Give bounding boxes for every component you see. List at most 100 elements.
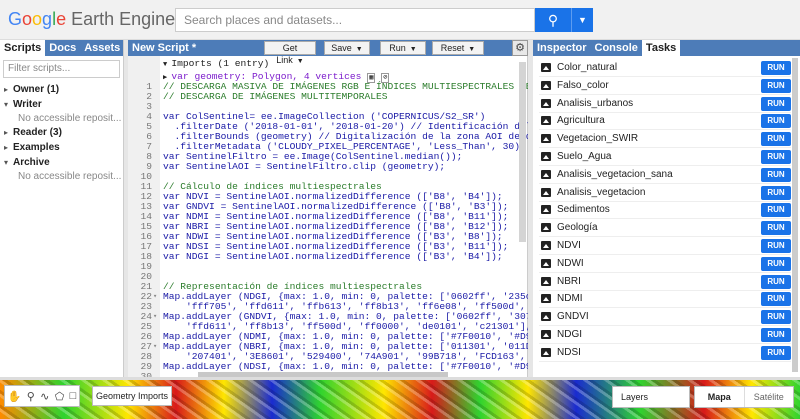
task-run-button[interactable]: RUN: [761, 167, 791, 182]
filter-scripts-input[interactable]: Filter scripts...: [3, 60, 120, 78]
fold-arrow-icon[interactable]: ▾: [153, 312, 157, 322]
task-run-button[interactable]: RUN: [761, 274, 791, 289]
task-run-button[interactable]: RUN: [761, 328, 791, 342]
drawing-tools: ✋ ⚲ ∿ ⬠ □: [4, 385, 80, 407]
google-earth-engine-logo[interactable]: Google Earth Engine: [8, 9, 175, 30]
search-button[interactable]: ⚲: [535, 8, 571, 32]
tab-assets[interactable]: Assets: [80, 40, 124, 56]
task-run-button[interactable]: RUN: [761, 132, 791, 147]
top-header: Google Earth Engine Search places and da…: [0, 0, 800, 40]
task-run-button[interactable]: RUN: [761, 150, 791, 164]
expand-arrow-icon: ▸: [4, 85, 9, 94]
tree-item-owner[interactable]: ▸ Owner (1): [0, 82, 123, 97]
task-label: NDWI: [557, 257, 584, 269]
map-type-satellite-button[interactable]: Satélite: [743, 387, 794, 407]
tree-item-reader[interactable]: ▸ Reader (3): [0, 125, 123, 140]
task-row: NDMI RUN: [539, 290, 791, 309]
tab-docs[interactable]: Docs: [45, 40, 80, 56]
task-row: Color_natural RUN: [539, 59, 791, 77]
task-row: Vegetacion_SWIR RUN: [539, 130, 791, 149]
task-run-button[interactable]: RUN: [761, 345, 791, 360]
task-run-button[interactable]: RUN: [761, 221, 791, 236]
gear-icon: ⚙: [515, 42, 525, 54]
tab-inspector[interactable]: Inspector: [533, 40, 591, 56]
chevron-down-icon: ▼: [355, 46, 363, 53]
task-run-button[interactable]: RUN: [761, 61, 791, 75]
marker-icon[interactable]: ⚲: [27, 390, 35, 403]
task-run-button[interactable]: RUN: [761, 78, 791, 93]
task-row: Sedimentos RUN: [539, 201, 791, 220]
image-icon: [541, 187, 551, 197]
code-line[interactable]: 9 var SentinelAOI = SentinelFiltro.clip (…: [128, 162, 528, 172]
image-icon: [541, 330, 551, 339]
image-icon: [541, 98, 551, 108]
collapse-arrow-icon: ▾: [4, 100, 9, 109]
task-run-button[interactable]: RUN: [761, 310, 791, 325]
task-row: Agricultura RUN: [539, 112, 791, 131]
polygon-icon[interactable]: ⬠: [55, 390, 65, 403]
imports-header[interactable]: ▼ Imports (1 entry) ▶ var geometry: Poly…: [163, 58, 390, 83]
code-line[interactable]: 19: [128, 262, 528, 272]
editor-vertical-scrollbar[interactable]: [519, 62, 526, 242]
map-splitter[interactable]: [0, 377, 800, 380]
code-line[interactable]: 18 var NDGI = SentinelAOI.normalizedDiffe…: [128, 252, 528, 262]
chevron-down-icon: ▼: [409, 46, 417, 53]
task-run-button[interactable]: RUN: [761, 114, 791, 129]
code-text: var NDGI = SentinelAOI.normalizedDiffere…: [163, 251, 503, 262]
code-line[interactable]: 29 Map.addLayer (NDSI, {max: 1.0, min: 0,…: [128, 362, 528, 372]
task-run-button[interactable]: RUN: [761, 239, 791, 253]
settings-gear-button[interactable]: ⚙: [512, 40, 528, 56]
save-button[interactable]: Save ▼: [324, 41, 370, 55]
task-row: NDSI RUN: [539, 344, 791, 362]
image-icon: [541, 276, 551, 286]
fold-arrow-icon[interactable]: ▾: [153, 292, 157, 302]
geometry-imports-button[interactable]: Geometry Imports: [92, 386, 172, 406]
layers-button[interactable]: Layers: [612, 386, 690, 408]
task-label: NDVI: [557, 240, 581, 251]
editor-toolbar: New Script * Get Link ▼ Save ▼ Run ▼ Reset ▼…: [128, 40, 528, 65]
get-link-button[interactable]: Get Link ▼: [264, 41, 316, 65]
expand-arrow-icon: ▸: [4, 143, 9, 152]
task-run-button[interactable]: RUN: [761, 292, 791, 307]
task-run-button[interactable]: RUN: [761, 256, 791, 271]
tab-tasks[interactable]: Tasks: [641, 40, 681, 56]
tab-console[interactable]: Console: [591, 40, 642, 56]
task-label: Analisis_urbanos: [557, 97, 634, 109]
tab-scripts[interactable]: Scripts: [0, 40, 46, 56]
left-tabs: Scripts Docs Assets: [0, 40, 123, 56]
chevron-down-icon: ▼: [468, 46, 476, 53]
task-row: Analisis_vegetacion_sana RUN: [539, 166, 791, 184]
map-view[interactable]: ✋ ⚲ ∿ ⬠ □ Geometry Imports Layers Mapa S…: [0, 377, 800, 419]
task-row: NBRI RUN: [539, 273, 791, 291]
task-run-button[interactable]: RUN: [761, 185, 791, 200]
line-icon[interactable]: ∿: [40, 390, 49, 403]
rectangle-icon[interactable]: □: [70, 390, 77, 402]
task-label: Analisis_vegetacion_sana: [557, 168, 673, 180]
image-icon: [541, 80, 551, 90]
tree-item-archive[interactable]: ▾ Archive: [0, 155, 123, 170]
expand-arrow-icon: ▸: [4, 128, 9, 137]
map-type-map-button[interactable]: Mapa: [695, 387, 744, 407]
tasks-scrollbar[interactable]: [792, 58, 798, 372]
image-icon: [541, 116, 551, 126]
task-run-button[interactable]: RUN: [761, 96, 791, 111]
fold-arrow-icon[interactable]: ▾: [153, 342, 157, 352]
tree-item-examples[interactable]: ▸ Examples: [0, 140, 123, 155]
chevron-down-icon: ▼: [578, 15, 587, 25]
hand-icon[interactable]: ✋: [8, 390, 22, 403]
task-run-button[interactable]: RUN: [761, 203, 791, 218]
right-tabs: Inspector Console Tasks: [533, 40, 800, 56]
code-text: var SentinelAOI = SentinelFiltro.clip (g…: [163, 161, 446, 172]
task-row: GNDVI RUN: [539, 308, 791, 327]
search-dropdown-button[interactable]: ▼: [571, 8, 593, 32]
task-label: NDGI: [557, 329, 582, 340]
code-editor[interactable]: ▼ Imports (1 entry) ▶ var geometry: Poly…: [128, 56, 528, 377]
run-button[interactable]: Run ▼: [380, 41, 426, 55]
tree-item-writer[interactable]: ▾ Writer: [0, 97, 123, 112]
search-input[interactable]: Search places and datasets...: [175, 8, 535, 32]
reset-button[interactable]: Reset ▼: [432, 41, 484, 55]
task-row: Analisis_urbanos RUN: [539, 95, 791, 113]
task-row: Analisis_vegetacion RUN: [539, 184, 791, 202]
code-line[interactable]: 2// DESCARGA DE IMÁGENES MULTITEMPORALES: [128, 92, 528, 102]
task-label: Agricultura: [557, 115, 605, 127]
